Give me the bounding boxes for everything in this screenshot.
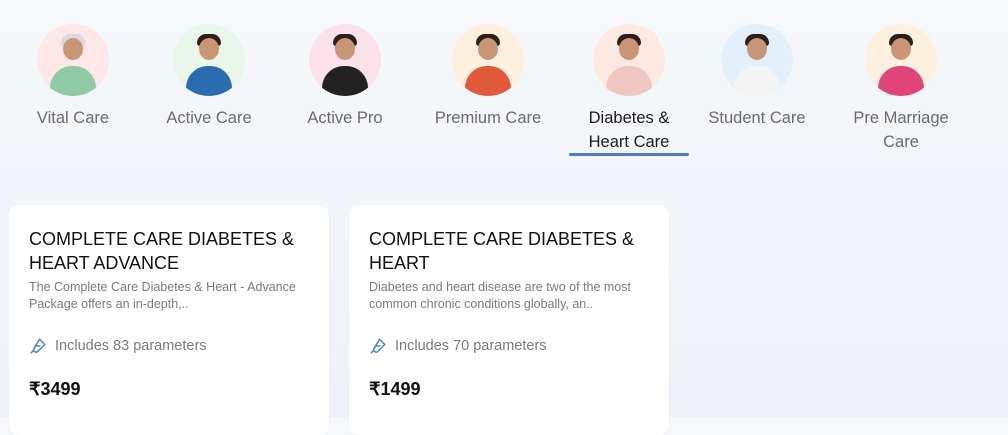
tab-label: Vital Care bbox=[36, 109, 110, 127]
tab-diabetes-heart-care[interactable]: Diabetes & Heart Care bbox=[559, 24, 699, 154]
tab-student-care[interactable]: Student Care bbox=[687, 24, 827, 130]
package-price: ₹1499 bbox=[369, 379, 421, 399]
test-tube-icon bbox=[370, 338, 386, 354]
package-description: Diabetes and heart disease are two of th… bbox=[369, 280, 631, 311]
diabetes-heart-care-avatar bbox=[593, 24, 665, 96]
package-parameters: Includes 70 parameters bbox=[369, 337, 547, 355]
vital-care-avatar bbox=[37, 24, 109, 96]
tab-vital-care[interactable]: Vital Care bbox=[3, 24, 143, 130]
parameters-count: Includes 83 parameters bbox=[55, 338, 207, 354]
parameters-count: Includes 70 parameters bbox=[395, 338, 547, 354]
package-category-tabs: Vital Care Active Care Active Pro Premiu… bbox=[0, 0, 1008, 170]
tab-pre-marriage-care[interactable]: Pre Marriage Care bbox=[831, 24, 971, 154]
package-title: COMPLETE CARE DIABETES & HEART bbox=[369, 229, 635, 273]
package-title: COMPLETE CARE DIABETES & HEART ADVANCE bbox=[29, 229, 295, 273]
tab-label: Active Care bbox=[166, 109, 252, 127]
premium-care-avatar bbox=[452, 24, 524, 96]
active-tab-indicator bbox=[569, 153, 689, 156]
tab-premium-care[interactable]: Premium Care bbox=[418, 24, 558, 130]
tab-active-care[interactable]: Active Care bbox=[139, 24, 279, 130]
test-tube-icon bbox=[30, 338, 46, 354]
package-card[interactable]: COMPLETE CARE DIABETES & HEART Diabetes … bbox=[349, 205, 669, 435]
package-card[interactable]: COMPLETE CARE DIABETES & HEART ADVANCE T… bbox=[9, 205, 329, 435]
package-description: The Complete Care Diabetes & Heart - Adv… bbox=[29, 280, 296, 311]
tab-active-pro[interactable]: Active Pro bbox=[275, 24, 415, 130]
tab-label: Diabetes & Heart Care bbox=[588, 109, 670, 151]
tab-label: Premium Care bbox=[434, 109, 542, 127]
active-care-avatar bbox=[173, 24, 245, 96]
tab-label: Pre Marriage Care bbox=[853, 109, 949, 151]
student-care-avatar bbox=[721, 24, 793, 96]
package-price: ₹3499 bbox=[29, 379, 81, 399]
tab-label: Student Care bbox=[708, 109, 806, 127]
pre-marriage-care-avatar bbox=[865, 24, 937, 96]
active-pro-avatar bbox=[309, 24, 381, 96]
package-parameters: Includes 83 parameters bbox=[29, 337, 207, 355]
tab-label: Active Pro bbox=[307, 109, 383, 127]
